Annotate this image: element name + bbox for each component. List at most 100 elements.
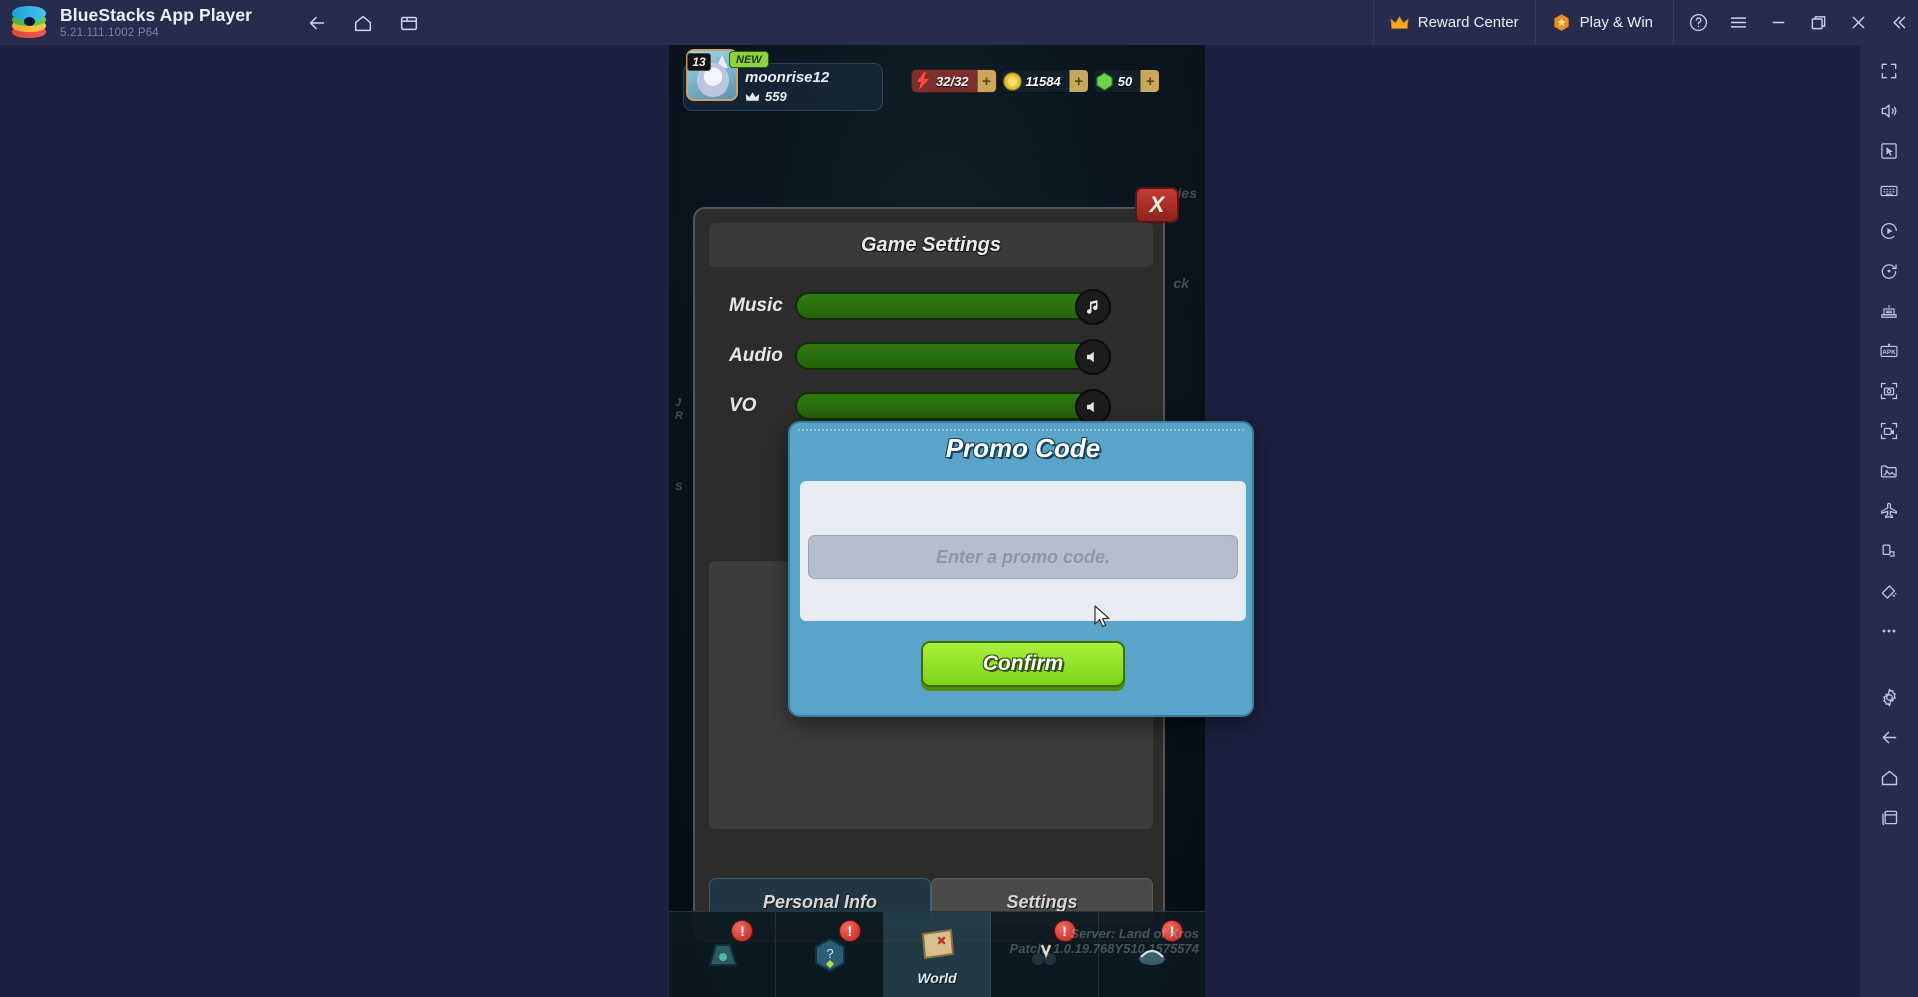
app-version: 5.21.111.1002 P64 [60, 26, 159, 39]
reward-center-button[interactable]: Reward Center [1372, 0, 1535, 45]
menu-button[interactable] [1718, 0, 1758, 45]
sidebar-keyboard-controls-button[interactable] [1860, 171, 1918, 211]
maximize-button[interactable] [1798, 0, 1838, 45]
pointer-mode-icon [1881, 143, 1897, 159]
settings-gear-icon [1882, 688, 1896, 706]
promo-modal-title: Promo Code [945, 433, 1101, 463]
bluestacks-sidebar: APK [1860, 45, 1918, 997]
gem-value: 50 [1117, 73, 1133, 89]
sidebar-macro-recorder-button[interactable] [1860, 211, 1918, 251]
crown-icon [1390, 15, 1409, 29]
rotate-icon [1881, 264, 1897, 279]
promo-code-input[interactable]: Enter a promo code. [808, 535, 1238, 579]
sidebar-media-manager-button[interactable] [1860, 451, 1918, 491]
multi-instance-manager-icon [1881, 305, 1897, 318]
sidebar-home-button[interactable] [1860, 757, 1918, 797]
screenshot-icon [1880, 382, 1898, 400]
media-manager-icon [1880, 465, 1897, 478]
hex-star-icon [1554, 14, 1569, 31]
confirm-button-label: Confirm [982, 652, 1064, 675]
speaker-icon [1087, 401, 1094, 413]
install-apk-icon: APK [1880, 343, 1898, 357]
sidebar-rotate-button[interactable] [1860, 251, 1918, 291]
slider-label-vo: VO [729, 395, 757, 416]
player-power: 559 [745, 89, 787, 104]
resource-gem[interactable]: 50 + [1092, 69, 1161, 93]
minimize-button[interactable] [1758, 0, 1798, 45]
sidebar-screen-record-button[interactable] [1860, 411, 1918, 451]
resource-energy[interactable]: 32/32 + [911, 69, 997, 93]
speaker-icon [1087, 351, 1094, 363]
recent-apps-button[interactable] [386, 0, 432, 45]
play-and-win-label: Play & Win [1579, 14, 1653, 31]
home-button[interactable] [340, 0, 386, 45]
window-controls [1673, 0, 1918, 45]
emulator-stage: 13 NEW moonrise12 559 32/32 + 11584 + 50… [85, 45, 1860, 997]
panel-header: Game Settings [709, 223, 1153, 267]
nav-gacha[interactable]: ? ! [776, 912, 884, 997]
resource-gold[interactable]: 11584 + [1000, 69, 1089, 93]
sidebar-recent-apps-button[interactable] [1860, 797, 1918, 837]
resource-bar: 32/32 + 11584 + 50 + [911, 69, 1161, 93]
panel-close-button[interactable]: X [1135, 187, 1179, 223]
slider-track-audio[interactable] [795, 339, 1111, 375]
nav-world[interactable]: World [883, 912, 992, 997]
sidebar-multi-instance-manager-button[interactable] [1860, 291, 1918, 331]
sidebar-back-button[interactable] [1860, 717, 1918, 757]
close-button[interactable] [1838, 0, 1878, 45]
coin-icon [1002, 70, 1024, 92]
restore-window-icon [1811, 16, 1825, 30]
collapse-sidebar-button[interactable] [1878, 0, 1918, 45]
promo-code-placeholder: Enter a promo code. [935, 546, 1111, 567]
back-button[interactable] [294, 0, 340, 45]
help-button[interactable] [1678, 0, 1718, 45]
nav-bag[interactable]: ! [669, 912, 777, 997]
confirm-button-row: Confirm [790, 641, 1256, 687]
gacha-alert-badge: ! [838, 920, 861, 942]
svg-text:APK: APK [1882, 349, 1896, 356]
energy-add-button[interactable]: + [976, 70, 996, 92]
arrow-left-icon [309, 16, 325, 29]
player-name: moonrise12 [745, 69, 830, 86]
bluestacks-logo-icon [12, 5, 46, 40]
more-options-icon [1882, 629, 1896, 633]
sidebar-settings-button[interactable] [1860, 677, 1918, 717]
server-info: Server: Land of Kros Patch: 1.0.19.768Y5… [1009, 926, 1199, 957]
slider-label-music: Music [729, 295, 783, 316]
sidebar-more-options-button[interactable] [1860, 611, 1918, 651]
sidebar-pointer-mode-button[interactable] [1860, 131, 1918, 171]
sidebar-volume-button[interactable] [1860, 91, 1918, 131]
sidebar-fullscreen-button[interactable] [1860, 51, 1918, 91]
bg-menu-fragment-r: R [675, 410, 683, 422]
screen-record-icon [1880, 422, 1898, 440]
lightning-icon [912, 70, 934, 92]
hamburger-menu-icon [1730, 17, 1746, 28]
sidebar-install-apk-button[interactable]: APK [1860, 331, 1918, 371]
patch-version: Patch: 1.0.19.768Y510.1575574 [1009, 941, 1199, 957]
panel-title: Game Settings [860, 233, 1002, 256]
gold-add-button[interactable]: + [1068, 70, 1088, 92]
recent-apps-icon [1881, 810, 1897, 825]
close-icon [1852, 16, 1864, 29]
slider-track-vo[interactable] [795, 389, 1111, 425]
slider-knob-music[interactable] [1075, 289, 1111, 325]
confirm-button[interactable]: Confirm [921, 641, 1125, 687]
android-nav-buttons [294, 0, 432, 45]
slider-knob-audio[interactable] [1075, 339, 1111, 375]
bg-menu-fragment-j: J [675, 397, 682, 409]
music-note-icon [1087, 300, 1098, 314]
player-power-value: 559 [765, 89, 787, 104]
airplane-mode-icon [1881, 502, 1897, 519]
play-and-win-button[interactable]: Play & Win [1534, 0, 1669, 45]
gem-add-button[interactable]: + [1140, 70, 1160, 92]
double-chevron-left-icon [1892, 16, 1905, 29]
slider-label-audio: Audio [729, 345, 783, 366]
sidebar-shake-device-button[interactable] [1860, 531, 1918, 571]
player-level: 13 [687, 53, 711, 71]
slider-track-music[interactable] [795, 289, 1111, 325]
sidebar-airplane-mode-button[interactable] [1860, 491, 1918, 531]
promo-code-modal: Promo Code Enter a promo code. Confirm [788, 421, 1254, 717]
sidebar-screenshot-button[interactable] [1860, 371, 1918, 411]
sidebar-eco-mode-button[interactable] [1860, 571, 1918, 611]
slider-knob-vo[interactable] [1075, 389, 1111, 425]
